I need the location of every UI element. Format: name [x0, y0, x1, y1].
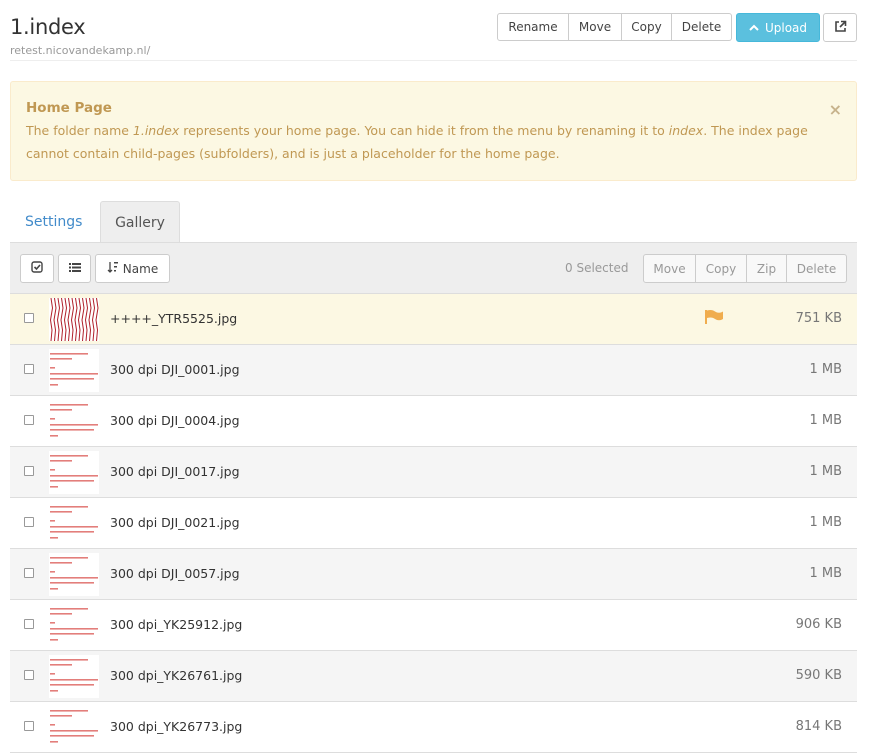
file-thumbnail[interactable]	[49, 604, 99, 647]
check-square-icon	[31, 261, 43, 276]
select-all-button[interactable]	[20, 254, 54, 283]
file-size: 1 MB	[809, 413, 842, 428]
file-checkbox[interactable]	[24, 313, 34, 323]
gallery-toolbar: Name 0 Selected Move Copy Zip Delete	[10, 242, 857, 294]
delete-button[interactable]: Delete	[672, 13, 732, 41]
file-checkbox[interactable]	[24, 415, 34, 425]
list-view-button[interactable]	[58, 254, 91, 283]
home-page-alert: Home Page The folder name 1.index repres…	[10, 81, 857, 181]
file-row[interactable]: 300 dpi DJI_0021.jpg 1 MB	[10, 498, 857, 549]
file-size: 814 KB	[795, 719, 842, 734]
file-size: 1 MB	[809, 515, 842, 530]
file-checkbox[interactable]	[24, 670, 34, 680]
file-checkbox[interactable]	[24, 364, 34, 374]
file-size: 1 MB	[809, 566, 842, 581]
tab-settings[interactable]: Settings	[25, 214, 82, 230]
upload-button[interactable]: Upload	[736, 13, 820, 42]
tabs: Settings Gallery	[10, 201, 857, 243]
bulk-delete-button[interactable]: Delete	[787, 254, 847, 283]
file-thumbnail[interactable]	[49, 451, 99, 494]
file-size: 1 MB	[809, 464, 842, 479]
file-size: 906 KB	[795, 617, 842, 632]
file-thumbnail[interactable]	[49, 502, 99, 545]
bulk-copy-button[interactable]: Copy	[696, 254, 747, 283]
file-name[interactable]: 300 dpi DJI_0021.jpg	[110, 515, 240, 530]
header-divider	[10, 60, 857, 61]
sort-icon	[107, 261, 119, 276]
sort-label: Name	[122, 261, 159, 276]
file-name[interactable]: ++++_YTR5525.jpg	[110, 311, 237, 326]
file-thumbnail[interactable]	[49, 400, 99, 443]
alert-text: The folder name 1.index represents your …	[26, 123, 808, 161]
sort-button[interactable]: Name	[95, 254, 170, 283]
rename-button[interactable]: Rename	[497, 13, 569, 41]
file-checkbox[interactable]	[24, 619, 34, 629]
upload-label: Upload	[764, 20, 808, 35]
file-name[interactable]: 300 dpi_YK25912.jpg	[110, 617, 242, 632]
page-title: 1.index	[10, 15, 86, 39]
file-row[interactable]: 300 dpi DJI_0001.jpg 1 MB	[10, 345, 857, 396]
alert-heading: Home Page	[26, 100, 112, 116]
file-row[interactable]: 300 dpi DJI_0004.jpg 1 MB	[10, 396, 857, 447]
file-name[interactable]: 300 dpi DJI_0057.jpg	[110, 566, 240, 581]
file-row[interactable]: 300 dpi_YK25912.jpg 906 KB	[10, 600, 857, 651]
file-checkbox[interactable]	[24, 517, 34, 527]
chevron-up-icon	[749, 21, 759, 35]
copy-button[interactable]: Copy	[622, 13, 672, 41]
file-checkbox[interactable]	[24, 568, 34, 578]
file-row[interactable]: 300 dpi_YK26773.jpg 814 KB	[10, 702, 857, 753]
file-checkbox[interactable]	[24, 466, 34, 476]
page-url: retest.nicovandekamp.nl/	[10, 44, 151, 57]
file-thumbnail[interactable]	[49, 553, 99, 596]
bulk-move-button[interactable]: Move	[643, 254, 696, 283]
file-name[interactable]: 300 dpi DJI_0017.jpg	[110, 464, 240, 479]
file-row[interactable]: 300 dpi DJI_0017.jpg 1 MB	[10, 447, 857, 498]
flag-icon[interactable]	[704, 309, 724, 329]
file-checkbox[interactable]	[24, 721, 34, 731]
page-actions-group: Rename Move Copy Delete	[497, 13, 732, 41]
file-size: 1 MB	[809, 362, 842, 377]
file-size: 590 KB	[795, 668, 842, 683]
bulk-actions-group: Move Copy Zip Delete	[643, 254, 847, 283]
move-button[interactable]: Move	[569, 13, 622, 41]
file-row[interactable]: ++++_YTR5525.jpg 751 KB	[10, 294, 857, 345]
file-name[interactable]: 300 dpi DJI_0004.jpg	[110, 413, 240, 428]
list-icon	[68, 262, 81, 276]
file-thumbnail[interactable]	[49, 349, 99, 392]
close-icon[interactable]: ×	[829, 98, 842, 121]
file-row[interactable]: 300 dpi_YK26761.jpg 590 KB	[10, 651, 857, 702]
file-thumbnail[interactable]	[49, 706, 99, 749]
bulk-zip-button[interactable]: Zip	[747, 254, 787, 283]
file-name[interactable]: 300 dpi_YK26773.jpg	[110, 719, 242, 734]
selected-count: 0 Selected	[565, 261, 629, 275]
open-external-button[interactable]	[823, 13, 857, 42]
external-link-icon	[834, 18, 847, 37]
file-thumbnail[interactable]	[49, 298, 99, 341]
file-name[interactable]: 300 dpi_YK26761.jpg	[110, 668, 242, 683]
tab-gallery[interactable]: Gallery	[100, 201, 180, 243]
file-size: 751 KB	[795, 311, 842, 326]
file-thumbnail[interactable]	[49, 655, 99, 698]
file-row[interactable]: 300 dpi DJI_0057.jpg 1 MB	[10, 549, 857, 600]
file-name[interactable]: 300 dpi DJI_0001.jpg	[110, 362, 240, 377]
